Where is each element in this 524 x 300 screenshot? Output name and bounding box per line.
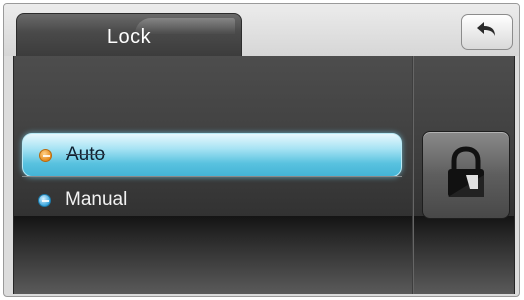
back-button[interactable]	[461, 14, 513, 50]
option-manual[interactable]: Manual	[22, 178, 402, 222]
option-auto[interactable]: Auto	[22, 133, 402, 177]
option-separator	[22, 176, 402, 177]
vertical-divider	[412, 56, 414, 294]
orange-dot-icon	[39, 148, 52, 162]
tab-lock[interactable]: Lock	[16, 13, 242, 59]
lock-button[interactable]	[422, 131, 510, 219]
option-label-auto: Auto	[66, 144, 106, 165]
blue-dot-icon	[38, 193, 51, 207]
option-label-manual: Manual	[65, 189, 128, 210]
lock-screen: Lock Auto Manual	[3, 3, 520, 297]
top-bar: Lock	[4, 4, 519, 59]
tab-label: Lock	[106, 26, 152, 48]
back-arrow-icon	[474, 19, 500, 46]
content-panel: Auto Manual	[13, 56, 515, 294]
padlock-icon	[442, 145, 490, 206]
